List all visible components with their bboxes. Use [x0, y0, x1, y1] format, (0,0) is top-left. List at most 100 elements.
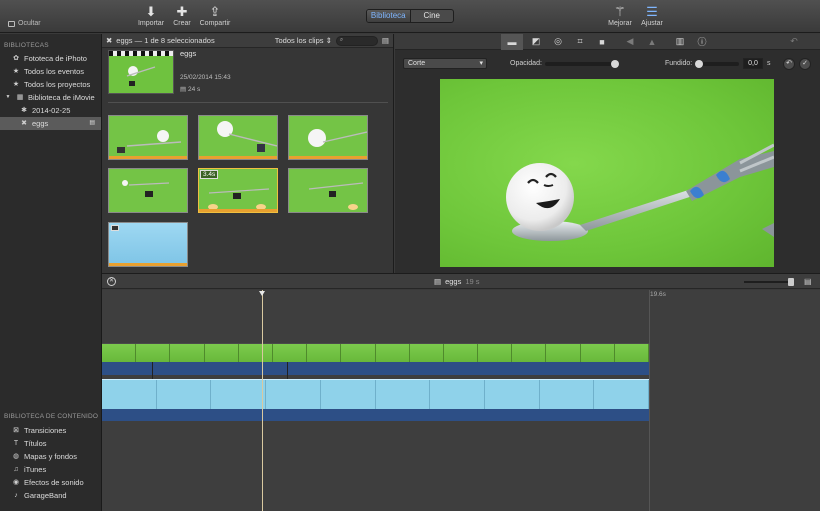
sidebar-item-iphoto[interactable]: ✿ Fototeca de iPhoto [0, 52, 101, 65]
background-clip-audio[interactable] [102, 409, 649, 421]
sidebar-item-label: Transiciones [24, 426, 67, 435]
video-clip-audio[interactable] [102, 362, 649, 375]
sidebar-item-all-projects[interactable]: ★ Todos los proyectos [0, 78, 101, 91]
tab-theater[interactable]: Cine [411, 10, 454, 22]
speed-icon[interactable]: ▥ [669, 36, 691, 47]
clip-thumbnail-background[interactable] [108, 222, 188, 267]
search-input[interactable]: ⌕ [335, 35, 378, 46]
clip-browser: ✖ eggs — 1 de 8 seleccionados Todos los … [102, 34, 394, 273]
filmstrip-frame [409, 344, 444, 362]
disclosure-triangle-icon[interactable]: ▼ [4, 91, 12, 104]
filmstrip-frame [443, 344, 479, 362]
sidebar-icon [8, 20, 15, 27]
sidebar-item-transitions[interactable]: ⊠ Transiciones [0, 424, 102, 437]
clip-image [117, 130, 182, 153]
clip-used-bar [109, 263, 187, 266]
clip-used-bar [199, 209, 277, 212]
opacity-label: Opacidad: [510, 60, 542, 67]
timeline-settings-icon[interactable]: ▤ [804, 277, 812, 286]
zoom-slider-knob[interactable] [788, 278, 794, 286]
background-clip-track[interactable] [102, 379, 650, 409]
clip-used-bar [289, 156, 367, 159]
sidebar-item-label: Títulos [24, 439, 47, 448]
iphoto-icon: ✿ [13, 55, 19, 62]
photo-icon [111, 225, 119, 231]
stabilization-icon[interactable]: ■ [591, 37, 613, 47]
timeline[interactable]: 19.6s [102, 290, 820, 511]
reset-icon[interactable]: ↶ [783, 36, 805, 47]
background-segment [321, 380, 376, 409]
sidebar-item-all-events[interactable]: ★ Todos los eventos [0, 65, 101, 78]
sidebar-item-imovie-library[interactable]: ▼ ▦ Biblioteca de iMovie [0, 91, 101, 104]
crop-icon[interactable]: ⌗ [569, 36, 591, 47]
filmstrip-frame [478, 344, 513, 362]
fade-value-field[interactable]: 0,0 [743, 58, 763, 69]
clip-filter-label: Todos los clips [274, 36, 324, 45]
sidebar-item-label: Todos los eventos [24, 67, 85, 76]
apply-checkmark-button[interactable]: ✓ [799, 58, 811, 70]
opacity-slider[interactable] [545, 60, 619, 68]
clip-image [308, 129, 367, 147]
clip-thumbnail[interactable] [108, 115, 188, 160]
sidebar-item-garageband[interactable]: ♪ GarageBand [0, 489, 102, 502]
clip-appearance-icon[interactable]: ▤ [382, 36, 389, 45]
sidebar-item-maps-backgrounds[interactable]: ◍ Mapas y fondos [0, 450, 102, 463]
search-icon: ⌕ [339, 36, 344, 43]
project-end-marker [649, 290, 650, 511]
sidebar-item-event-2014-02-25[interactable]: ✱ 2014-02-25 [0, 104, 101, 117]
noise-reduction-icon[interactable]: ▲ [641, 37, 663, 47]
sidebar-item-eggs[interactable]: ✖ eggs ▤ [0, 117, 101, 130]
filmstrip-frame [272, 344, 308, 362]
background-segment [376, 380, 431, 409]
overlay-type-dropdown[interactable]: Corte [403, 58, 487, 69]
star-icon: ★ [12, 81, 20, 88]
fade-slider-knob[interactable] [695, 60, 703, 68]
sidebar-item-itunes[interactable]: ♫ iTunes [0, 463, 102, 476]
share-label: Compartir [199, 20, 231, 27]
close-project-button[interactable]: ✕ [107, 277, 116, 286]
titles-icon: T [13, 440, 19, 447]
event-star-icon: ✱ [21, 107, 27, 114]
video-overlay-icon[interactable]: ▬ [501, 33, 523, 50]
viewer-panel: ▬ ◩ ◎ ⌗ ■ ◀ ▲ ▥ ⓘ ↶ Corte Opacidad: Fund… [395, 33, 820, 273]
color-balance-icon[interactable]: ◩ [525, 36, 547, 47]
tab-library[interactable]: Biblioteca [367, 10, 411, 22]
clip-thumbnail[interactable] [288, 168, 368, 213]
hide-label: Ocultar [18, 20, 41, 27]
filmstrip-frame [375, 344, 410, 362]
background-segment [594, 380, 650, 409]
video-preview[interactable] [440, 79, 774, 267]
filmstrip-frame [307, 344, 342, 362]
filmstrip-frame [136, 344, 171, 362]
hide-libraries-button[interactable]: Ocultar [8, 20, 41, 27]
volume-icon[interactable]: ◀ [619, 36, 641, 47]
sidebar-item-label: Biblioteca de iMovie [28, 93, 95, 102]
sidebar-item-label: eggs [32, 119, 49, 128]
color-correction-icon[interactable]: ◎ [547, 36, 569, 47]
video-clip-track[interactable] [102, 343, 649, 362]
clip-thumbnail-selected[interactable]: 3.4s [198, 168, 278, 213]
film-stripe [109, 51, 173, 56]
reset-overlay-button[interactable]: ↶ [783, 58, 795, 70]
film-icon: ▤ [180, 86, 187, 93]
adjust-button[interactable]: ☰ Ajustar [632, 4, 672, 27]
playhead[interactable] [259, 290, 265, 511]
fade-slider[interactable] [695, 60, 739, 68]
clip-filter-select[interactable]: Todos los clips ⇕ [275, 36, 332, 45]
fade-label: Fundido: [665, 60, 693, 67]
sidebar-item-sound-effects[interactable]: ◉ Efectos de sonido [0, 476, 102, 489]
clip-thumbnail[interactable] [108, 168, 188, 213]
sidebar-item-label: Fototeca de iPhoto [24, 54, 87, 63]
opacity-slider-knob[interactable] [611, 60, 619, 68]
filmstrip-frame [238, 344, 273, 362]
clip-thumbnail[interactable] [288, 115, 368, 160]
event-thumbnail[interactable] [108, 50, 174, 94]
clip-thumbnail[interactable] [198, 115, 278, 160]
transitions-icon: ⊠ [13, 427, 19, 434]
clip-used-bar [199, 156, 277, 159]
clip-used-bar [109, 156, 187, 159]
share-button[interactable]: ⇪ Compartir [195, 4, 235, 27]
info-icon[interactable]: ⓘ [691, 35, 713, 48]
timeline-zoom-slider[interactable] [744, 278, 794, 286]
sidebar-item-titles[interactable]: T Títulos [0, 437, 102, 450]
